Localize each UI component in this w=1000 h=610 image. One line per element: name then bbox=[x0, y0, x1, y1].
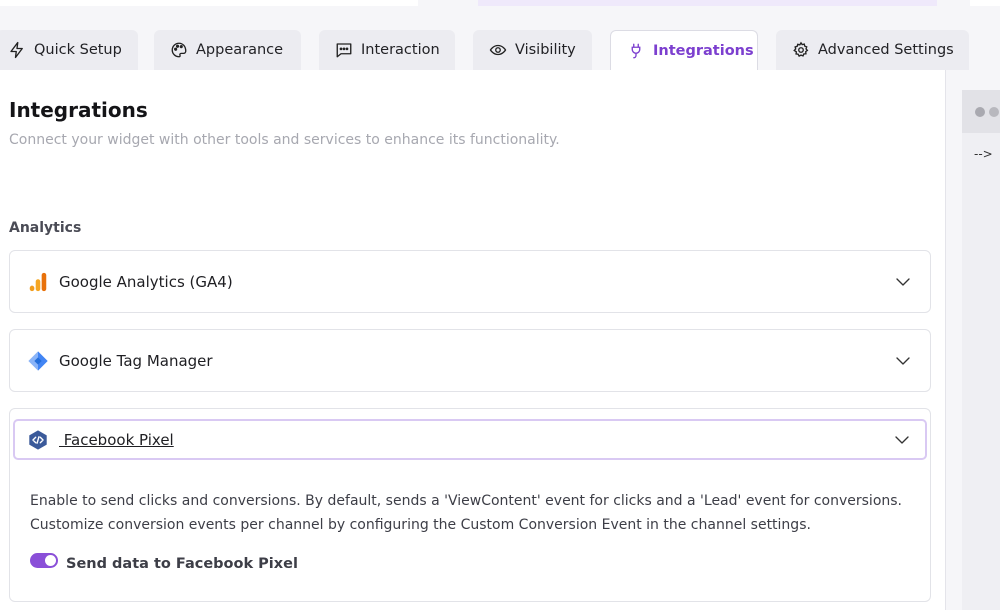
chat-icon bbox=[336, 43, 352, 58]
page-title: Integrations bbox=[9, 98, 148, 122]
eye-icon bbox=[489, 44, 507, 56]
description-line: Customize conversion events per channel … bbox=[30, 517, 811, 533]
window-dot bbox=[989, 107, 999, 117]
integration-card-google-analytics: Google Analytics (GA4) bbox=[9, 250, 931, 313]
top-strip bbox=[0, 0, 1000, 30]
bolt-icon bbox=[10, 41, 23, 59]
integration-name: Facebook Pixel bbox=[59, 430, 174, 449]
tab-label: Appearance bbox=[196, 42, 284, 58]
tab-label: Visibility bbox=[515, 42, 576, 58]
integration-name: Google Analytics (GA4) bbox=[59, 273, 233, 291]
facebook-pixel-icon bbox=[29, 429, 47, 450]
section-label-analytics: Analytics bbox=[9, 220, 82, 236]
send-data-toggle-row: Send data to Facebook Pixel bbox=[30, 552, 298, 572]
preview-text: --> bbox=[974, 147, 993, 161]
send-data-toggle[interactable] bbox=[30, 552, 58, 568]
tab-advanced-settings[interactable]: Advanced Settings bbox=[776, 30, 969, 70]
plug-icon bbox=[631, 43, 641, 59]
accordion-header-google-analytics[interactable]: Google Analytics (GA4) bbox=[10, 251, 930, 313]
tab-label: Advanced Settings bbox=[818, 42, 954, 58]
chevron-down-icon[interactable] bbox=[894, 273, 912, 291]
tab-label: Interaction bbox=[361, 42, 440, 58]
integration-name: Google Tag Manager bbox=[59, 352, 213, 370]
chevron-down-icon[interactable] bbox=[894, 352, 912, 370]
tab-quick-setup[interactable]: Quick Setup bbox=[0, 30, 138, 70]
facebook-pixel-description: Enable to send clicks and conversions. B… bbox=[30, 489, 910, 537]
page-subtitle: Connect your widget with other tools and… bbox=[9, 132, 560, 148]
accordion-header-facebook-pixel[interactable]: Facebook Pixel bbox=[13, 419, 927, 460]
settings-tabs: Quick Setup Appearance Interaction Visib… bbox=[0, 30, 1000, 71]
google-tag-manager-icon bbox=[28, 351, 48, 371]
widget-preview: --> bbox=[962, 90, 1000, 610]
integration-card-google-tag-manager: Google Tag Manager bbox=[9, 329, 931, 392]
tab-interaction[interactable]: Interaction bbox=[319, 30, 455, 70]
tab-integrations[interactable]: Integrations bbox=[610, 30, 758, 71]
description-line: Enable to send clicks and conversions. B… bbox=[30, 493, 902, 509]
tab-visibility[interactable]: Visibility bbox=[473, 30, 592, 70]
integrations-panel: Integrations Connect your widget with ot… bbox=[0, 70, 946, 610]
toggle-label: Send data to Facebook Pixel bbox=[66, 556, 298, 572]
integration-card-facebook-pixel: Facebook Pixel Enable to send clicks and… bbox=[9, 408, 931, 602]
gear-icon bbox=[793, 41, 809, 57]
tab-appearance[interactable]: Appearance bbox=[154, 30, 301, 70]
google-analytics-icon bbox=[29, 272, 47, 292]
tab-label: Integrations bbox=[653, 43, 754, 59]
tab-label: Quick Setup bbox=[34, 42, 122, 58]
palette-icon bbox=[171, 42, 187, 58]
accordion-header-google-tag-manager[interactable]: Google Tag Manager bbox=[10, 330, 930, 392]
chevron-down-icon[interactable] bbox=[893, 431, 911, 449]
window-dot bbox=[975, 107, 985, 117]
preview-window-bar bbox=[962, 90, 1000, 133]
